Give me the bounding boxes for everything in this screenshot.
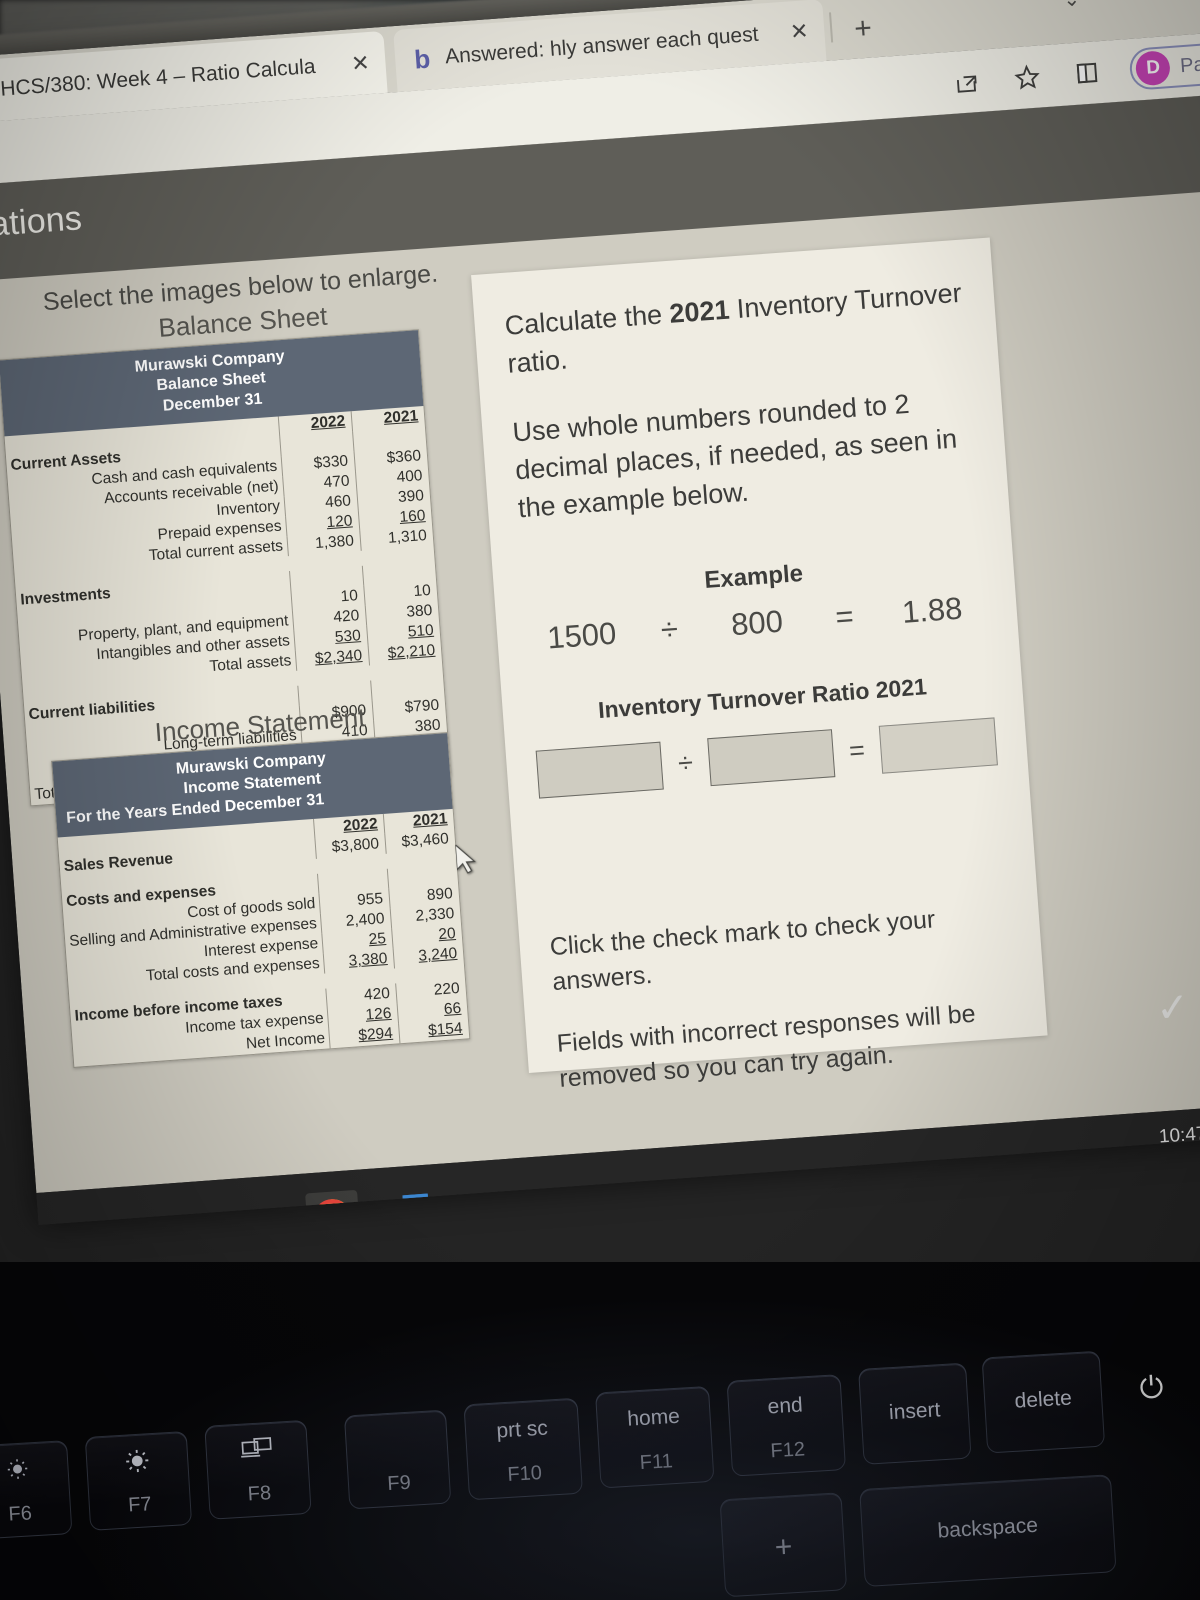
clock-time: 10:47 PM bbox=[1158, 1121, 1200, 1148]
key-f12-top-label: end bbox=[766, 1393, 804, 1419]
divide-icon: ÷ bbox=[659, 610, 680, 647]
key-f10-label: F10 bbox=[506, 1461, 543, 1486]
key-plus[interactable]: + bbox=[719, 1492, 848, 1598]
keyboard-key-row: F6 F7 F8 F9 prt sc F10 home F11 end F12 … bbox=[0, 1342, 1200, 1600]
power-button[interactable]: ⏻ bbox=[1139, 1371, 1165, 1406]
profile-name: Paus bbox=[1179, 51, 1200, 77]
check-note: Click the check mark to check your answe… bbox=[548, 904, 937, 997]
tab-title: HCS/380: Week 4 – Ratio Calcula bbox=[0, 54, 317, 101]
question-prompt: Calculate the 2021 Inventory Turnover ra… bbox=[503, 274, 967, 384]
row-value-2021: $154 bbox=[398, 1018, 470, 1044]
collections-icon[interactable] bbox=[1069, 55, 1105, 91]
chevron-down-icon[interactable]: ⌄ bbox=[1058, 0, 1086, 13]
taskbar-apps: W bbox=[38, 1184, 441, 1225]
income-statement-image[interactable]: Murawski Company Income Statement For th… bbox=[51, 732, 471, 1069]
window-controls: ⌄ — ❐ bbox=[1058, 0, 1200, 13]
prompt-pre: Calculate the bbox=[503, 298, 671, 341]
key-backspace-label: backspace bbox=[936, 1513, 1039, 1543]
profile-button[interactable]: D Paus bbox=[1128, 41, 1200, 91]
example-result: 1.88 bbox=[900, 590, 964, 630]
key-delete[interactable]: delete bbox=[981, 1350, 1106, 1454]
toolbar-right-group: D Paus bbox=[949, 41, 1200, 104]
retry-note: Fields with incorrect responses will be … bbox=[555, 999, 977, 1093]
result-input[interactable] bbox=[878, 717, 998, 774]
divide-icon: ÷ bbox=[676, 747, 694, 779]
key-insert-label: insert bbox=[888, 1398, 941, 1425]
page-title: culations bbox=[0, 199, 84, 247]
volume-icon[interactable] bbox=[1051, 1147, 1076, 1169]
key-f6[interactable]: F6 bbox=[0, 1440, 73, 1540]
key-f7-label: F7 bbox=[127, 1493, 153, 1517]
question-panel: Calculate the 2021 Inventory Turnover ra… bbox=[471, 237, 1048, 1093]
star-icon[interactable] bbox=[1009, 59, 1045, 95]
chrome-icon[interactable] bbox=[305, 1189, 361, 1225]
page-content: culations Select the images below to enl… bbox=[0, 92, 1200, 1194]
equals-icon: = bbox=[834, 598, 855, 635]
tab-title: Answered: hly answer each quest bbox=[444, 22, 760, 69]
key-f9-label: F9 bbox=[386, 1471, 412, 1496]
key-f11-label: F11 bbox=[639, 1450, 674, 1475]
edge-icon[interactable] bbox=[66, 1207, 122, 1225]
numerator-input[interactable] bbox=[535, 741, 664, 799]
avatar: D bbox=[1135, 50, 1172, 87]
example-numerator: 1500 bbox=[546, 615, 618, 656]
key-backspace[interactable]: backspace bbox=[859, 1474, 1117, 1588]
question-instruction: Use whole numbers rounded to 2 decimal p… bbox=[511, 388, 959, 524]
equals-icon: = bbox=[848, 735, 866, 767]
key-f10-top-label: prt sc bbox=[495, 1416, 549, 1443]
key-f11-top-label: home bbox=[626, 1404, 681, 1431]
answer-section-title: Inventory Turnover Ratio 2021 bbox=[597, 672, 928, 723]
onedrive-icon[interactable] bbox=[1101, 1144, 1128, 1166]
key-f7[interactable]: F7 bbox=[84, 1430, 193, 1531]
share-icon[interactable] bbox=[950, 64, 986, 100]
taskbar-clock[interactable]: 10:47 PM 12/16/2022 bbox=[1151, 1117, 1200, 1179]
key-f11-home[interactable]: home F11 bbox=[595, 1385, 715, 1489]
check-answers-button[interactable]: ✓ bbox=[1154, 985, 1191, 1031]
close-icon[interactable]: ✕ bbox=[349, 50, 373, 78]
income-statement-table: 2022 2021 Sales Revenue $3,800 $3,460 Costs a… bbox=[58, 809, 470, 1067]
laptop-photo: HCS/380: Week 4 – Ratio Calcula ✕ b Answ… bbox=[0, 0, 1200, 1600]
minimize-icon[interactable]: — bbox=[1128, 0, 1156, 7]
outlook-icon[interactable] bbox=[225, 1196, 281, 1225]
key-f9[interactable]: F9 bbox=[343, 1409, 452, 1510]
key-insert[interactable]: insert bbox=[858, 1362, 972, 1465]
clock-date: 12/16/2022 bbox=[1153, 1147, 1200, 1176]
file-explorer-icon[interactable] bbox=[146, 1201, 202, 1225]
bartleby-favicon: b bbox=[413, 43, 432, 75]
prompt-year: 2021 bbox=[668, 294, 731, 329]
key-f10-prtsc[interactable]: prt sc F10 bbox=[463, 1397, 583, 1501]
svg-text:W: W bbox=[398, 1205, 412, 1221]
battery-icon[interactable] bbox=[941, 1156, 976, 1176]
wifi-icon[interactable] bbox=[1001, 1151, 1026, 1173]
question-footer: Click the check mark to check your answe… bbox=[549, 897, 1020, 1098]
word-icon[interactable]: W bbox=[385, 1184, 441, 1225]
new-tab-button[interactable]: + bbox=[853, 12, 873, 46]
denominator-input[interactable] bbox=[707, 728, 836, 786]
key-f8[interactable]: F8 bbox=[204, 1419, 312, 1520]
show-hidden-icons[interactable] bbox=[893, 1160, 916, 1180]
key-f12-end[interactable]: end F12 bbox=[726, 1374, 847, 1477]
example-denominator: 800 bbox=[729, 603, 785, 642]
key-delete-label: delete bbox=[1013, 1386, 1073, 1413]
key-f8-label: F8 bbox=[247, 1482, 272, 1506]
laptop-screen: HCS/380: Week 4 – Ratio Calcula ✕ b Answ… bbox=[0, 0, 1200, 1225]
key-f6-label: F6 bbox=[7, 1502, 33, 1526]
answer-equation: ÷ = bbox=[535, 717, 998, 799]
key-plus-label: + bbox=[773, 1530, 794, 1565]
laptop-keyboard: F6 F7 F8 F9 prt sc F10 home F11 end F12 … bbox=[0, 1262, 1200, 1600]
tab-separator bbox=[829, 12, 834, 43]
key-f12-label: F12 bbox=[769, 1438, 806, 1463]
row-value-2022: $294 bbox=[328, 1023, 401, 1049]
close-icon[interactable]: ✕ bbox=[787, 18, 811, 46]
